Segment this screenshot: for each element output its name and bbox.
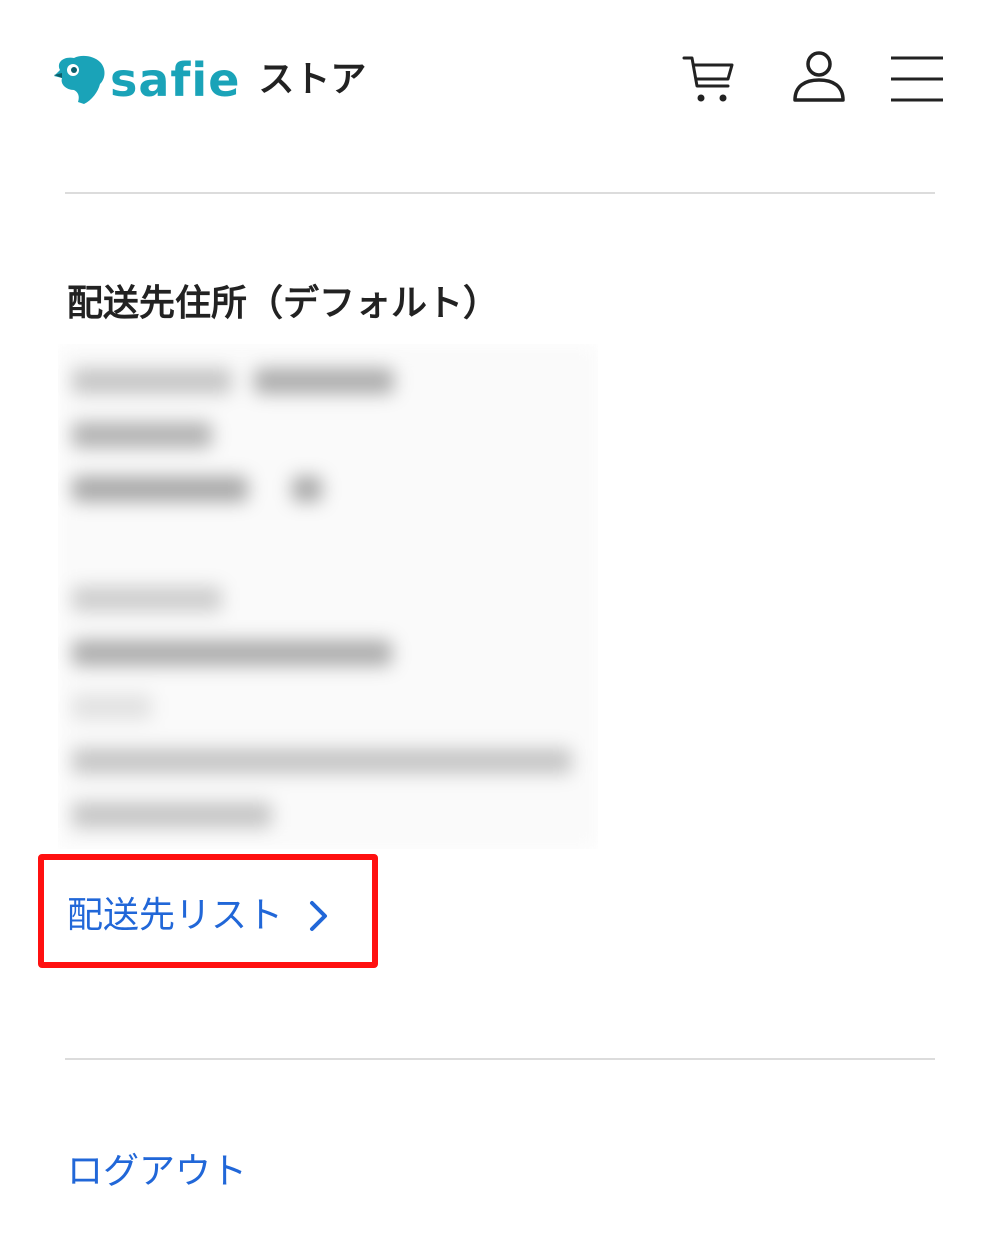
address-list-link-label: 配送先リスト: [67, 895, 284, 936]
section-divider: [65, 1058, 935, 1060]
chevron-right-icon: [310, 901, 328, 931]
header-divider: [65, 192, 935, 194]
logo-store-label: ストア: [258, 59, 367, 100]
hamburger-menu-icon[interactable]: [887, 48, 947, 108]
cart-icon[interactable]: [680, 48, 740, 108]
address-list-link[interactable]: 配送先リスト: [67, 890, 333, 942]
default-address-title: 配送先住所（デフォルト）: [67, 283, 500, 324]
safie-bird-logo-icon: [54, 55, 105, 104]
blurred-address-details: [58, 344, 598, 849]
site-header: safie ストア: [0, 0, 1000, 160]
redacted-content: [58, 344, 598, 849]
logout-link[interactable]: ログアウト: [67, 1146, 247, 1198]
safie-store-logo[interactable]: safie ストア: [52, 50, 366, 110]
user-icon[interactable]: [789, 48, 849, 108]
logo-text: safie: [110, 53, 241, 107]
